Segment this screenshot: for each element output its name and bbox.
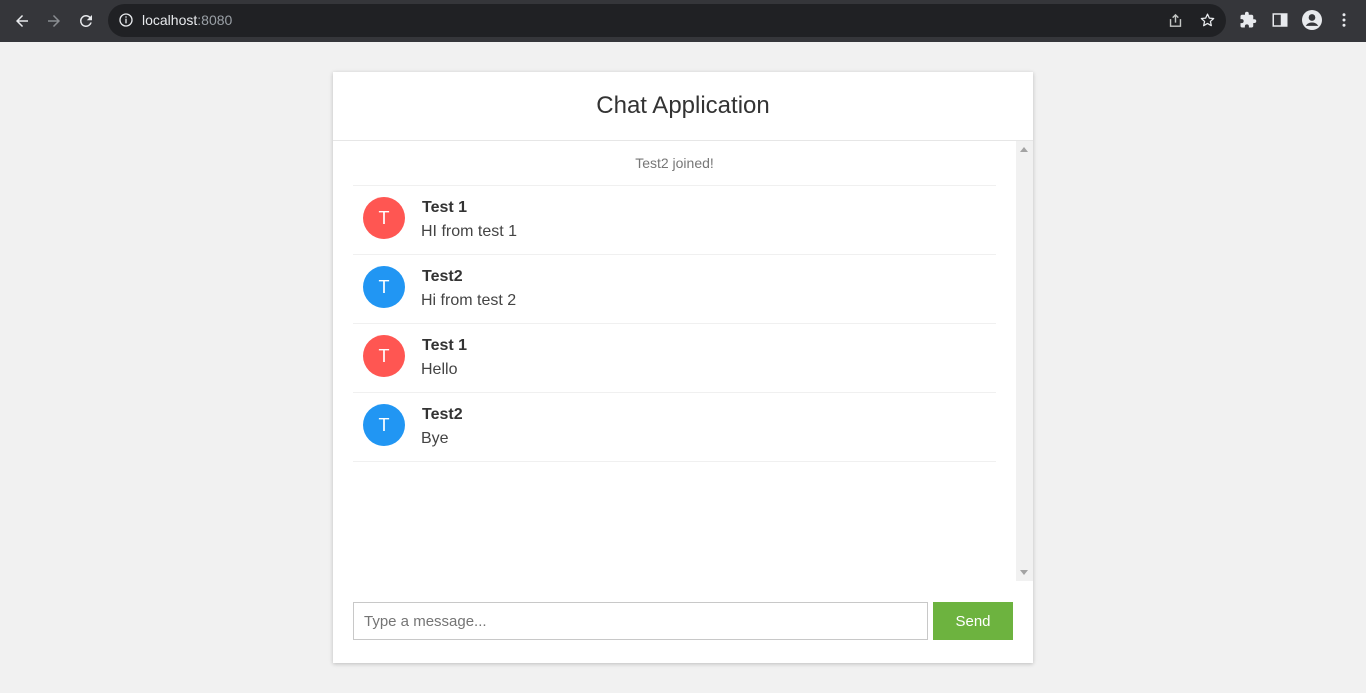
chat-title: Chat Application [596,92,770,119]
message-sender: Test2 [422,406,463,423]
star-icon[interactable] [1199,12,1216,29]
arrow-right-icon [48,15,60,27]
forward-button[interactable] [40,7,68,35]
side-panel-icon[interactable] [1271,11,1289,29]
url-text: localhost:8080 [142,12,232,28]
url-host: localhost [142,12,198,28]
message-input[interactable] [353,602,928,640]
join-event-message: Test2 joined! [353,141,996,186]
browser-toolbar: localhost:8080 [0,0,1366,42]
message-list[interactable]: Test2 joined! T Test 1 HI from test 1 T … [333,141,1033,581]
message-scrollbar[interactable] [1016,141,1033,581]
address-bar[interactable]: localhost:8080 [108,4,1226,37]
extensions-icon[interactable] [1239,11,1257,29]
message-text: Hi from test 2 [421,292,517,309]
avatar: T [363,266,405,308]
message-sender: Test 1 [422,199,468,216]
info-icon[interactable] [118,12,134,28]
avatar: T [363,404,405,446]
profile-avatar-icon[interactable] [1302,10,1322,30]
avatar: T [363,197,405,239]
kebab-menu-icon[interactable] [1335,11,1353,29]
message-sender: Test2 [422,268,463,285]
message-text: HI from test 1 [421,223,518,240]
message-item: T Test2 Hi from test 2 [353,255,996,324]
message-item: T Test 1 HI from test 1 [353,186,996,255]
scroll-down-arrow-icon[interactable] [1020,570,1028,575]
message-sender: Test 1 [422,337,468,354]
back-button[interactable] [8,7,36,35]
message-text: Hello [421,361,458,378]
reload-button[interactable] [72,7,100,35]
arrow-left-icon [16,15,28,27]
send-button[interactable]: Send [933,602,1013,640]
message-item: T Test 1 Hello [353,324,996,393]
url-port: :8080 [197,12,233,28]
message-composer: Send [353,602,1013,640]
chat-container: Chat Application Test2 joined! T Test 1 … [333,72,1033,663]
share-icon[interactable] [1167,12,1184,29]
chat-header: Chat Application [333,72,1033,141]
reload-icon [79,14,92,27]
scroll-up-arrow-icon[interactable] [1020,147,1028,152]
message-text: Bye [421,430,449,447]
avatar: T [363,335,405,377]
message-item: T Test2 Bye [353,393,996,462]
